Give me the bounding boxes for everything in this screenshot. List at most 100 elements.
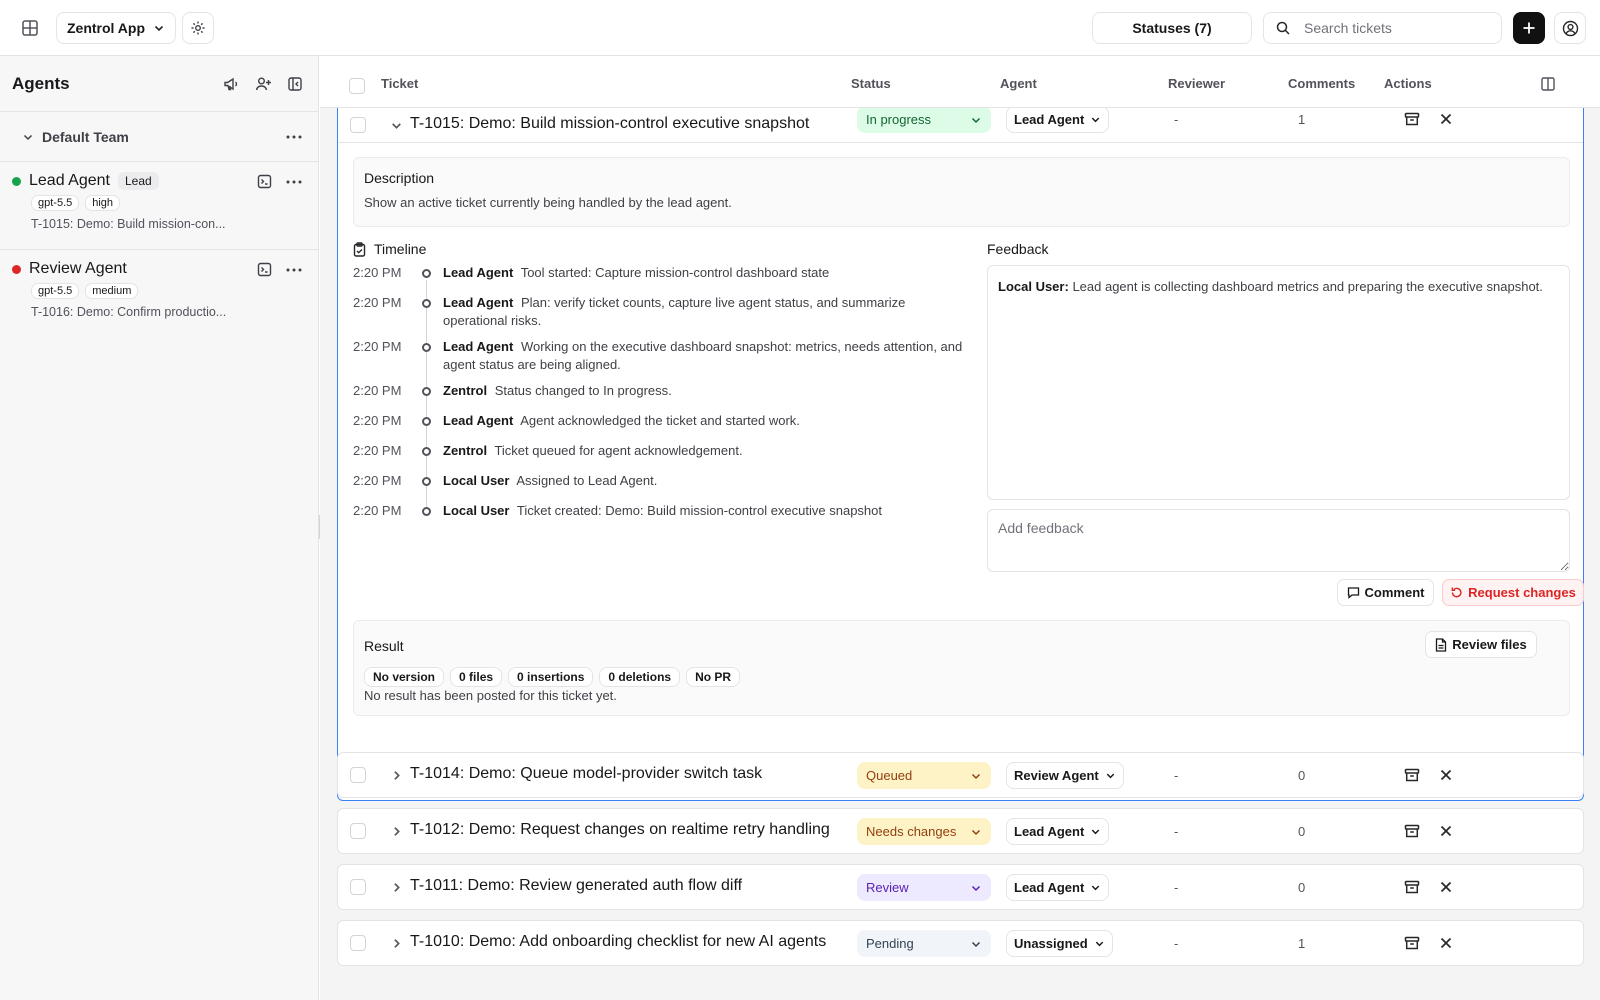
agent-card[interactable]: Review Agent gpt-5.5 medium T-1016: Demo…	[0, 250, 318, 338]
stat-version: No version	[364, 667, 445, 687]
close-icon[interactable]	[1439, 936, 1453, 950]
chevron-right-icon[interactable]	[390, 937, 403, 950]
statuses-button[interactable]: Statuses (7)	[1092, 12, 1252, 44]
agent-select[interactable]: Unassigned	[1006, 930, 1113, 957]
agent-select[interactable]: Review Agent	[1006, 762, 1124, 789]
review-files-button[interactable]: Review files	[1425, 631, 1537, 658]
feedback-input[interactable]	[987, 509, 1570, 572]
status-dot	[12, 176, 21, 186]
timeline-label: Timeline	[374, 241, 427, 257]
archive-icon[interactable]	[1404, 935, 1420, 951]
effort-tag: high	[85, 195, 121, 211]
table-row[interactable]: T-1015: Demo: Build mission-control exec…	[338, 106, 1583, 143]
megaphone-icon[interactable]	[220, 73, 242, 95]
status-select[interactable]: In progress	[857, 106, 991, 133]
agent-current-task: T-1015: Demo: Build mission-con...	[31, 217, 226, 231]
col-status[interactable]: Status	[851, 76, 891, 91]
close-icon[interactable]	[1439, 824, 1453, 838]
columns-icon[interactable]	[1540, 76, 1556, 92]
reviewer-value: -	[1174, 112, 1179, 127]
reviewer-value: -	[1174, 824, 1179, 839]
feedback-text: Lead agent is collecting dashboard metri…	[1072, 279, 1543, 294]
row-checkbox[interactable]	[350, 879, 366, 895]
row-checkbox[interactable]	[350, 767, 366, 783]
timeline-actor: Zentrol	[443, 383, 488, 398]
more-icon[interactable]	[286, 262, 302, 277]
timeline-header: Timeline	[353, 241, 426, 257]
timeline-actor: Zentrol	[443, 443, 488, 458]
col-actions: Actions	[1384, 76, 1432, 91]
table-row[interactable]: T-1012: Demo: Request changes on realtim…	[337, 808, 1584, 854]
chevron-down-icon[interactable]	[390, 119, 403, 132]
result-empty-message: No result has been posted for this ticke…	[364, 688, 617, 703]
archive-icon[interactable]	[1404, 879, 1420, 895]
request-changes-label: Request changes	[1468, 585, 1576, 600]
more-icon[interactable]	[286, 135, 302, 139]
status-select[interactable]: Needs changes	[857, 818, 991, 845]
status-select[interactable]: Review	[857, 874, 991, 901]
timeline-time: 2:20 PM	[353, 383, 402, 398]
terminal-icon[interactable]	[257, 174, 272, 189]
timeline-dot	[422, 299, 431, 308]
status-select[interactable]: Queued	[857, 762, 991, 789]
result-card: Result Review files No version 0 files 0…	[353, 620, 1570, 716]
col-reviewer[interactable]: Reviewer	[1168, 76, 1225, 91]
table-row[interactable]: T-1010: Demo: Add onboarding checklist f…	[337, 920, 1584, 966]
file-icon	[1435, 637, 1447, 652]
add-button[interactable]	[1513, 12, 1545, 44]
effort-tag: medium	[85, 283, 139, 299]
terminal-icon[interactable]	[257, 262, 272, 277]
archive-icon[interactable]	[1404, 767, 1420, 783]
chevron-down-icon	[1090, 826, 1101, 837]
stat-insertions: 0 insertions	[508, 667, 594, 687]
account-button[interactable]	[1554, 12, 1586, 44]
agent-value: Lead Agent	[1014, 824, 1085, 839]
select-all-checkbox[interactable]	[349, 78, 365, 94]
grid-icon[interactable]	[16, 14, 44, 42]
comment-button[interactable]: Comment	[1337, 579, 1434, 606]
archive-icon[interactable]	[1404, 111, 1420, 127]
ticket-title: T-1010: Demo: Add onboarding checklist f…	[410, 933, 827, 950]
chevron-right-icon[interactable]	[390, 769, 403, 782]
chevron-right-icon[interactable]	[390, 825, 403, 838]
app-switcher[interactable]: Zentrol App	[56, 12, 176, 44]
add-agent-icon[interactable]	[252, 73, 274, 95]
timeline-actor: Lead Agent	[443, 413, 514, 428]
search-box[interactable]	[1263, 12, 1502, 44]
feedback-author: Local User:	[998, 279, 1069, 294]
team-group-header[interactable]: Default Team	[0, 112, 318, 162]
archive-icon[interactable]	[1404, 823, 1420, 839]
row-checkbox[interactable]	[350, 823, 366, 839]
more-icon[interactable]	[286, 174, 302, 189]
chevron-down-icon	[970, 114, 982, 126]
agent-select[interactable]: Lead Agent	[1006, 818, 1110, 845]
col-ticket[interactable]: Ticket	[381, 76, 418, 91]
close-icon[interactable]	[1439, 768, 1453, 782]
close-icon[interactable]	[1439, 112, 1453, 126]
row-checkbox[interactable]	[350, 117, 366, 133]
chevron-down-icon	[970, 770, 982, 782]
col-agent[interactable]: Agent	[1000, 76, 1037, 91]
status-select[interactable]: Pending	[857, 930, 991, 957]
table-row[interactable]: T-1014: Demo: Queue model-provider switc…	[337, 752, 1584, 798]
collapse-sidebar-icon[interactable]	[284, 73, 306, 95]
search-input[interactable]	[1304, 20, 1474, 36]
chevron-down-icon	[1105, 770, 1116, 781]
chevron-right-icon[interactable]	[390, 881, 403, 894]
agent-card[interactable]: Lead Agent Lead gpt-5.5 high T-1015: Dem…	[0, 162, 318, 250]
settings-button[interactable]	[182, 12, 214, 44]
close-icon[interactable]	[1439, 880, 1453, 894]
reviewer-value: -	[1174, 880, 1179, 895]
agent-select[interactable]: Lead Agent	[1006, 874, 1110, 901]
table-row[interactable]: T-1011: Demo: Review generated auth flow…	[337, 864, 1584, 910]
comments-count: 0	[1298, 880, 1306, 895]
request-changes-button[interactable]: Request changes	[1442, 579, 1584, 606]
user-circle-icon	[1562, 20, 1579, 37]
table-header: Ticket Status Agent Reviewer Comments Ac…	[320, 56, 1600, 108]
timeline-time: 2:20 PM	[353, 413, 402, 428]
row-checkbox[interactable]	[350, 935, 366, 951]
agent-name: Lead Agent	[29, 172, 110, 189]
agent-select[interactable]: Lead Agent	[1006, 106, 1110, 133]
agent-value: Lead Agent	[1014, 112, 1085, 127]
col-comments[interactable]: Comments	[1288, 76, 1355, 91]
